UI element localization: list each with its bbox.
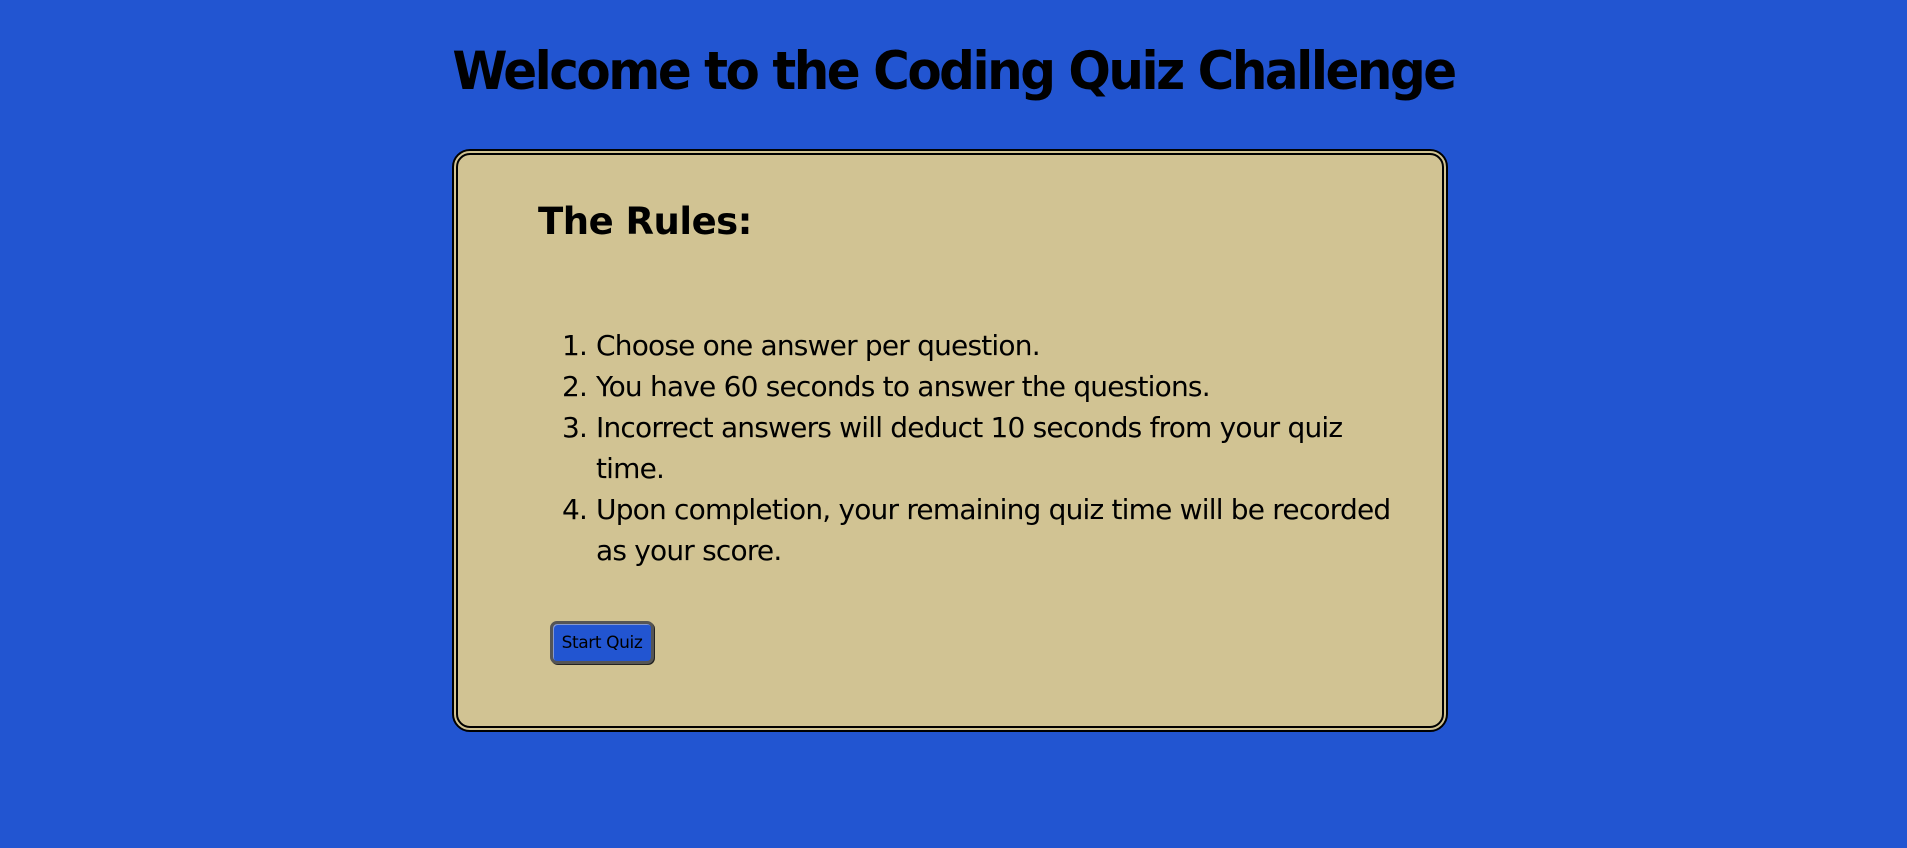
rule-text: You have 60 seconds to answer the questi… [596,370,1211,403]
rules-list: 1. Choose one answer per question. 2. Yo… [562,325,1402,571]
rule-number: 2. [562,370,588,403]
rule-item-2: 2. You have 60 seconds to answer the que… [562,366,1402,407]
page-title: Welcome to the Coding Quiz Challenge [452,40,1457,102]
rule-number: 3. [562,411,588,444]
rule-number: 1. [562,329,588,362]
rule-text: Upon completion, your remaining quiz tim… [596,493,1391,567]
rules-heading: The Rules: [538,200,752,243]
rule-item-1: 1. Choose one answer per question. [562,325,1402,366]
rule-text: Incorrect answers will deduct 10 seconds… [596,411,1343,485]
start-quiz-button[interactable]: Start Quiz [550,621,654,664]
rules-card: The Rules: 1. Choose one answer per ques… [452,149,1448,732]
rule-item-3: 3. Incorrect answers will deduct 10 seco… [562,407,1402,489]
rule-number: 4. [562,493,588,526]
rule-item-4: 4. Upon completion, your remaining quiz … [562,489,1402,571]
rule-text: Choose one answer per question. [596,329,1041,362]
